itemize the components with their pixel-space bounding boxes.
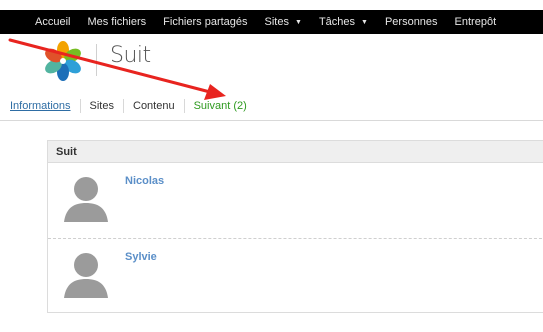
nav-item-fichiers-partages[interactable]: Fichiers partagés [163, 16, 247, 28]
section-divider [0, 120, 543, 121]
panel-title: Suit [48, 141, 543, 163]
header-divider [96, 44, 97, 76]
subnav-sites[interactable]: Sites [81, 99, 124, 113]
chevron-down-icon: ▼ [361, 18, 368, 26]
list-item: Nicolas [48, 163, 543, 238]
nav-item-accueil[interactable]: Accueil [35, 16, 70, 28]
profile-subnav: Informations Sites Contenu Suivant (2) [10, 98, 256, 114]
top-navigation-bar: Accueil Mes fichiers Fichiers partagés S… [0, 10, 543, 34]
page-title: Suit [110, 43, 151, 68]
person-name-link[interactable]: Nicolas [125, 175, 164, 187]
subnav-suivant[interactable]: Suivant (2) [185, 99, 256, 113]
nav-item-entrepot[interactable]: Entrepôt [455, 16, 497, 28]
subnav-contenu[interactable]: Contenu [124, 99, 185, 113]
nav-item-mes-fichiers[interactable]: Mes fichiers [87, 16, 146, 28]
user-avatar-icon[interactable] [63, 250, 109, 298]
nav-item-taches[interactable]: Tâches ▼ [319, 16, 368, 28]
chevron-down-icon: ▼ [295, 18, 302, 26]
list-item: Sylvie [48, 238, 543, 313]
subnav-informations[interactable]: Informations [10, 99, 81, 113]
alfresco-logo-icon [45, 41, 81, 81]
user-avatar-icon[interactable] [63, 174, 109, 222]
nav-item-sites[interactable]: Sites ▼ [265, 16, 302, 28]
person-name-link[interactable]: Sylvie [125, 251, 157, 263]
following-panel: Suit Nicolas Sylvie [47, 140, 543, 313]
nav-item-personnes[interactable]: Personnes [385, 16, 438, 28]
